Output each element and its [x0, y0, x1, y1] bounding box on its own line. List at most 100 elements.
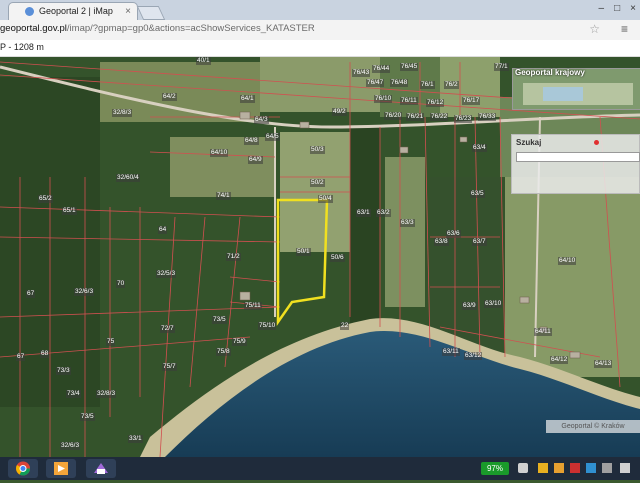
parcel-label[interactable]: 32/5/3 — [156, 270, 177, 278]
parcel-label[interactable]: 75 — [106, 338, 116, 346]
parcel-label[interactable]: 64/12 — [550, 356, 569, 364]
parcel-label[interactable]: 75/7 — [162, 363, 177, 371]
parcel-label[interactable]: 73/5 — [80, 413, 95, 421]
parcel-label[interactable]: 76/47 — [366, 79, 385, 87]
parcel-label[interactable]: 40/1 — [196, 57, 211, 65]
parcel-label[interactable]: 76/23 — [454, 115, 473, 123]
chrome-icon[interactable] — [8, 459, 38, 478]
parcel-label[interactable]: 32/60/4 — [116, 174, 140, 182]
parcel-label[interactable]: 72/7 — [160, 325, 175, 333]
parcel-label[interactable]: 64/11 — [534, 328, 552, 336]
close-window-button[interactable]: × — [630, 3, 636, 14]
parcel-label[interactable]: 63/7 — [472, 238, 487, 246]
tab-geoportal[interactable]: Geoportal 2 | iMap × — [8, 2, 138, 20]
parcel-label[interactable]: 64/13 — [594, 360, 613, 368]
parcel-label[interactable]: 76/45 — [400, 63, 419, 71]
parcel-label[interactable]: 50/1 — [296, 248, 311, 256]
parcel-label[interactable]: 74/1 — [216, 192, 231, 200]
parcel-label[interactable]: 76/10 — [374, 95, 393, 103]
parcel-label[interactable]: 67 — [16, 353, 26, 361]
antivirus-tray-icon[interactable] — [570, 463, 580, 473]
parcel-label[interactable]: 63/1 — [356, 209, 371, 217]
parcel-label[interactable]: 63/2 — [376, 209, 391, 217]
parcel-label[interactable]: 77/1 — [494, 63, 509, 71]
minimize-button[interactable]: – — [599, 3, 605, 14]
parcel-label[interactable]: 50/4 — [318, 195, 333, 203]
globe-icon — [25, 7, 34, 16]
warning-tray-icon[interactable] — [554, 463, 564, 473]
parcel-label[interactable]: 64/10 — [210, 149, 229, 157]
parcel-label[interactable]: 32/6/3 — [60, 442, 81, 450]
parcel-label[interactable]: 73/3 — [56, 367, 71, 375]
parcel-label[interactable]: 76/33 — [478, 113, 497, 121]
notification-icon[interactable] — [620, 463, 630, 473]
parcel-label[interactable]: 64 — [158, 226, 168, 234]
parcel-label[interactable]: 22 — [340, 322, 350, 330]
parcel-label[interactable]: 32/8/3 — [112, 109, 133, 117]
parcel-label[interactable]: 64/1 — [240, 95, 255, 103]
parcel-label[interactable]: 64/5 — [265, 133, 280, 141]
parcel-label[interactable]: 64/8 — [244, 137, 259, 145]
url-field[interactable]: geoportal.gov.pl/imap/?gpmap=gp0&actions… — [0, 23, 315, 34]
parcel-label[interactable]: 73/5 — [212, 316, 227, 324]
volume-icon[interactable] — [602, 463, 612, 473]
parcel-label[interactable]: 63/12 — [464, 352, 483, 360]
parcel-label[interactable]: 50/2 — [310, 179, 325, 187]
parcel-label[interactable]: 71/2 — [226, 253, 241, 261]
parcel-label[interactable]: 63/3 — [400, 219, 415, 227]
parcel-label[interactable]: 67 — [26, 290, 36, 298]
cadastral-map[interactable]: 40/1 64/1 64/2 64/3 32/8/3 64/5 64/8 64/… — [0, 57, 640, 457]
address-bar[interactable]: geoportal.gov.pl/imap/?gpmap=gp0&actions… — [0, 20, 640, 41]
parcel-label[interactable]: 76/21 — [406, 113, 425, 121]
parcel-label[interactable]: 33/1 — [128, 435, 143, 443]
parcel-label[interactable]: 76/48 — [390, 79, 409, 87]
bluetooth-icon[interactable] — [586, 463, 596, 473]
parcel-label[interactable]: 49/2 — [332, 108, 347, 116]
tab-close-button[interactable]: × — [125, 3, 131, 20]
new-tab-button[interactable] — [136, 6, 166, 20]
parcel-label[interactable]: 76/2 — [444, 81, 459, 89]
parcel-label[interactable]: 68 — [40, 350, 50, 358]
parcel-label[interactable]: 73/4 — [66, 390, 81, 398]
parcel-label[interactable]: 75/11 — [244, 302, 262, 310]
parcel-label[interactable]: 63/9 — [462, 302, 477, 310]
menu-icon[interactable]: ≡ — [621, 22, 628, 36]
parcel-label[interactable]: 76/1 — [420, 81, 435, 89]
parcel-label[interactable]: 70 — [116, 280, 126, 288]
parcel-label[interactable]: 76/44 — [372, 65, 391, 73]
parcel-label[interactable]: 64/9 — [248, 156, 263, 164]
parcel-label[interactable]: 75/8 — [216, 348, 231, 356]
parcel-label[interactable]: 65/1 — [62, 207, 77, 215]
parcel-label[interactable]: 75/9 — [232, 338, 247, 346]
parcel-label[interactable]: 64/3 — [254, 116, 269, 124]
parcel-label[interactable]: 50/6 — [330, 254, 345, 262]
bookmark-star-icon[interactable]: ☆ — [589, 22, 600, 36]
media-player-icon[interactable] — [46, 459, 76, 478]
parcel-label[interactable]: 50/3 — [310, 146, 325, 154]
search-input[interactable] — [516, 152, 640, 162]
parcel-label[interactable]: 64/10 — [558, 257, 577, 265]
parcel-label[interactable]: 63/5 — [470, 190, 485, 198]
parcel-label[interactable]: 63/6 — [446, 230, 461, 238]
parcel-label[interactable]: 76/17 — [462, 97, 481, 105]
parcel-label[interactable]: 65/2 — [38, 195, 53, 203]
parcel-label[interactable]: 76/22 — [430, 113, 449, 121]
parcel-label[interactable]: 76/11 — [400, 97, 418, 105]
shield-app-icon[interactable] — [86, 459, 116, 478]
parcel-label[interactable]: 63/4 — [472, 144, 487, 152]
battery-indicator[interactable]: 97% — [481, 462, 509, 475]
parcel-label[interactable]: 76/12 — [426, 99, 445, 107]
parcel-label[interactable]: 32/8/3 — [96, 390, 117, 398]
parcel-label[interactable]: 63/8 — [434, 238, 449, 246]
parcel-label[interactable]: 32/6/3 — [74, 288, 95, 296]
parcel-label[interactable]: 75/10 — [258, 322, 277, 330]
parcel-label[interactable]: 76/43 — [352, 69, 371, 77]
window-controls: – □ × — [599, 3, 636, 14]
maximize-button[interactable]: □ — [614, 3, 620, 14]
parcel-label[interactable]: 63/11 — [442, 348, 460, 356]
network-icon[interactable] — [518, 463, 528, 473]
shield-tray-icon[interactable] — [538, 463, 548, 473]
parcel-label[interactable]: 64/2 — [162, 93, 177, 101]
parcel-label[interactable]: 63/10 — [484, 300, 503, 308]
parcel-label[interactable]: 76/20 — [384, 112, 403, 120]
